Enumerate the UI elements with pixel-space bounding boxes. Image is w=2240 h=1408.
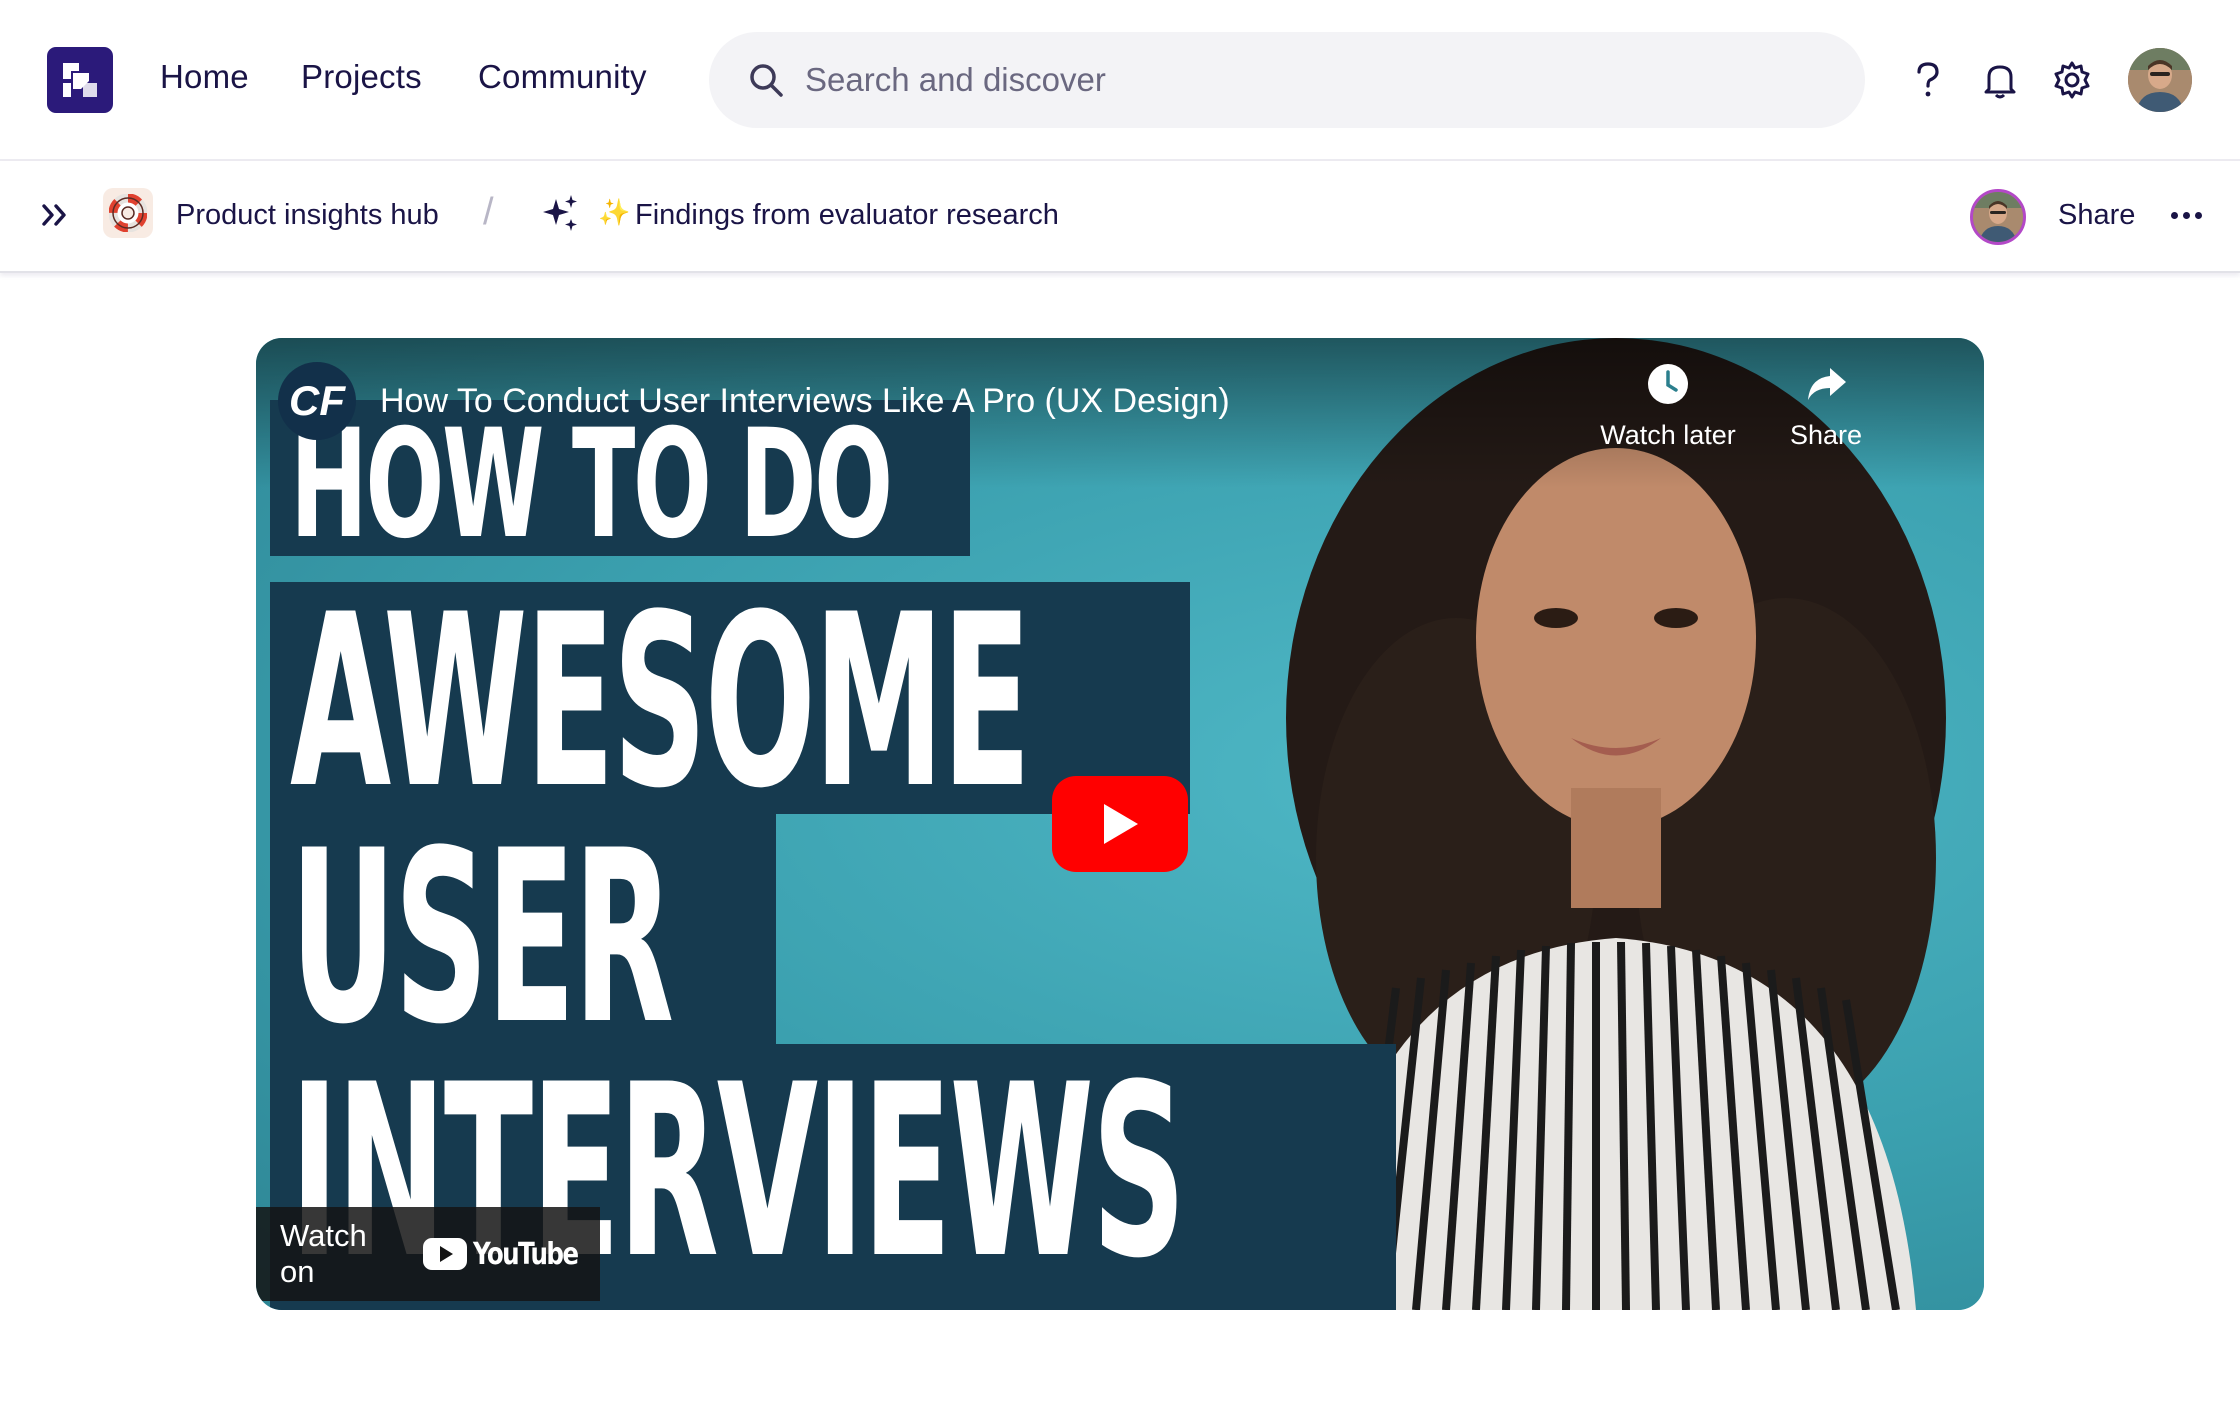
thumbnail-line-3: USER (290, 800, 674, 1077)
search-input[interactable] (805, 54, 1805, 106)
thumbnail-line-1: HOW TO DO (290, 398, 893, 572)
sparkle-emoji: ✨ (598, 197, 631, 227)
search-bar[interactable] (709, 32, 1865, 128)
share-arrow-icon (1808, 368, 1846, 400)
expand-sidebar-icon[interactable] (38, 197, 74, 233)
watch-on-label: Watch on (280, 1218, 367, 1289)
watch-later-button[interactable]: Watch later (1578, 362, 1758, 451)
search-icon (750, 64, 783, 97)
youtube-logo-icon (422, 1238, 467, 1270)
youtube-wordmark: YouTube (472, 1236, 579, 1272)
user-avatar[interactable] (2128, 48, 2192, 112)
sparkles-icon (540, 193, 580, 233)
breadcrumb: Product insights hub / ✨ Findings from e… (0, 161, 2240, 273)
watch-later-label: Watch later (1600, 420, 1736, 450)
collaborator-avatar[interactable] (1970, 189, 2026, 245)
breadcrumb-hub-link[interactable]: Product insights hub (176, 199, 439, 232)
nav-projects-link[interactable]: Projects (301, 58, 422, 96)
help-icon[interactable] (1906, 58, 1950, 102)
settings-gear-icon[interactable] (2050, 58, 2094, 102)
app-logo-icon[interactable] (47, 47, 113, 113)
notifications-bell-icon[interactable] (1978, 58, 2022, 102)
watch-on-youtube-link[interactable]: Watch on YouTube (256, 1207, 600, 1301)
video-share-button[interactable]: Share (1736, 362, 1916, 451)
more-options-icon[interactable] (2166, 197, 2206, 233)
video-title[interactable]: How To Conduct User Interviews Like A Pr… (380, 382, 1230, 421)
top-navigation-bar: Home Projects Community (0, 0, 2240, 161)
clock-icon (1648, 364, 1688, 404)
channel-logo[interactable]: CF (278, 362, 356, 440)
play-icon (1104, 804, 1138, 844)
breadcrumb-separator: / (483, 191, 494, 233)
nav-home-link[interactable]: Home (160, 58, 249, 96)
youtube-video-embed[interactable]: HOW TO DO AWESOME USER INTERVIEWS CF How… (256, 338, 1984, 1310)
lifebuoy-icon (103, 188, 153, 238)
play-button[interactable] (1052, 776, 1188, 872)
video-share-label: Share (1789, 420, 1863, 450)
thumbnail-line-2: AWESOME (290, 564, 1031, 841)
share-button[interactable]: Share (2058, 199, 2135, 232)
breadcrumb-current-page: Findings from evaluator research (635, 199, 1059, 231)
nav-community-link[interactable]: Community (478, 58, 647, 96)
